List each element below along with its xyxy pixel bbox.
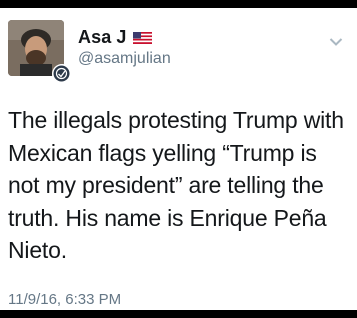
- user-names: Asa J @asamjulian: [78, 26, 171, 68]
- tweet-text: The illegals protesting Trump with Mexic…: [8, 107, 344, 263]
- chevron-down-icon[interactable]: [329, 34, 343, 46]
- tweet-card: Asa J @asamjulian The illegals protestin…: [0, 8, 357, 310]
- tweet-header: Asa J @asamjulian: [8, 20, 349, 88]
- tweet-timestamp[interactable]: 11/9/16, 6:33 PM: [8, 291, 121, 308]
- user-handle[interactable]: @asamjulian: [78, 50, 171, 68]
- us-flag-icon: [132, 31, 152, 44]
- badge-icon: [52, 64, 72, 84]
- display-name[interactable]: Asa J: [78, 27, 127, 48]
- display-name-row: Asa J: [78, 26, 171, 48]
